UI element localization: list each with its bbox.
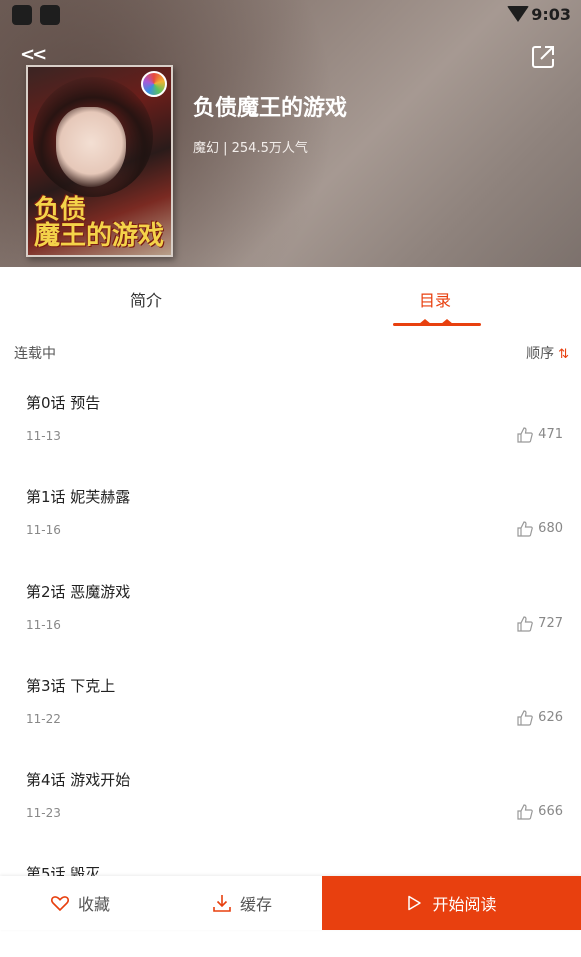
sort-button[interactable]: 顺序 ⇅	[526, 343, 569, 363]
chapter-date: 11-16	[26, 618, 61, 632]
notification-icon	[12, 5, 32, 25]
notification-icon	[40, 5, 60, 25]
download-icon	[213, 895, 231, 912]
chapter-title: 第4话 游戏开始	[26, 771, 131, 789]
cover-art-face	[56, 107, 126, 187]
chapter-date: 11-13	[26, 429, 61, 443]
like-icon	[517, 804, 533, 820]
start-reading-label: 开始阅读	[432, 895, 497, 914]
book-title: 负债魔王的游戏	[193, 96, 348, 121]
chapter-likes: 666	[538, 804, 563, 819]
cover-title-logo: 负债 魔王的游戏	[34, 195, 165, 251]
status-bar: 9:03	[0, 0, 581, 30]
chapter-title: 第2话 恶魔游戏	[26, 583, 131, 601]
chapter-date: 11-23	[26, 806, 61, 820]
chapter-date: 11-22	[26, 712, 61, 726]
chapter-item[interactable]: 第1话 妮芙赫露 11-16 680	[0, 486, 581, 580]
chapter-item[interactable]: 第3话 下克上 11-22 626	[0, 675, 581, 769]
chapter-item[interactable]: 第0话 预告 11-13 471	[0, 392, 581, 486]
like-icon	[517, 521, 533, 537]
chapter-title: 第3话 下克上	[26, 677, 116, 695]
tab-indicator	[393, 323, 481, 326]
cache-button[interactable]: 缓存	[212, 876, 272, 930]
book-header: 9:03 << 负债 魔王的游戏 负债魔王的游戏 魔幻 | 254.5万人气	[0, 0, 581, 267]
status-time: 9:03	[531, 5, 571, 24]
favorite-label: 收藏	[78, 895, 111, 914]
cache-label: 缓存	[240, 895, 273, 914]
chapter-date: 11-16	[26, 523, 61, 537]
chapter-title: 第0话 预告	[26, 394, 101, 412]
chapter-item[interactable]: 第2话 恶魔游戏 11-16 727	[0, 581, 581, 675]
chapter-likes: 626	[538, 710, 563, 725]
chapter-likes: 727	[538, 616, 563, 631]
like-icon	[517, 616, 533, 632]
wifi-icon	[507, 6, 529, 22]
tab-intro[interactable]: 简介	[130, 287, 162, 311]
tab-toc[interactable]: 目录	[419, 287, 451, 311]
serial-status: 连载中	[14, 346, 56, 362]
book-meta: 魔幻 | 254.5万人气	[193, 141, 308, 156]
sort-icon: ⇅	[558, 347, 569, 362]
like-icon	[517, 427, 533, 443]
start-reading-button[interactable]: 开始阅读	[322, 876, 581, 930]
cover-badge-icon	[141, 71, 167, 97]
favorite-button[interactable]: 收藏	[50, 876, 110, 930]
sort-label: 顺序	[526, 346, 555, 362]
like-icon	[517, 710, 533, 726]
back-icon[interactable]: <<	[20, 44, 47, 65]
list-header: 连载中 顺序 ⇅	[0, 329, 581, 373]
chapter-likes: 471	[538, 427, 563, 442]
chapter-item[interactable]: 第4话 游戏开始 11-23 666	[0, 769, 581, 863]
share-icon[interactable]	[530, 44, 556, 70]
chapter-likes: 680	[538, 521, 563, 536]
heart-icon	[51, 896, 69, 912]
chapter-title: 第1话 妮芙赫露	[26, 488, 131, 506]
play-icon	[408, 895, 422, 911]
tab-bar: 简介 目录	[0, 267, 581, 329]
book-cover[interactable]: 负债 魔王的游戏	[26, 65, 173, 257]
